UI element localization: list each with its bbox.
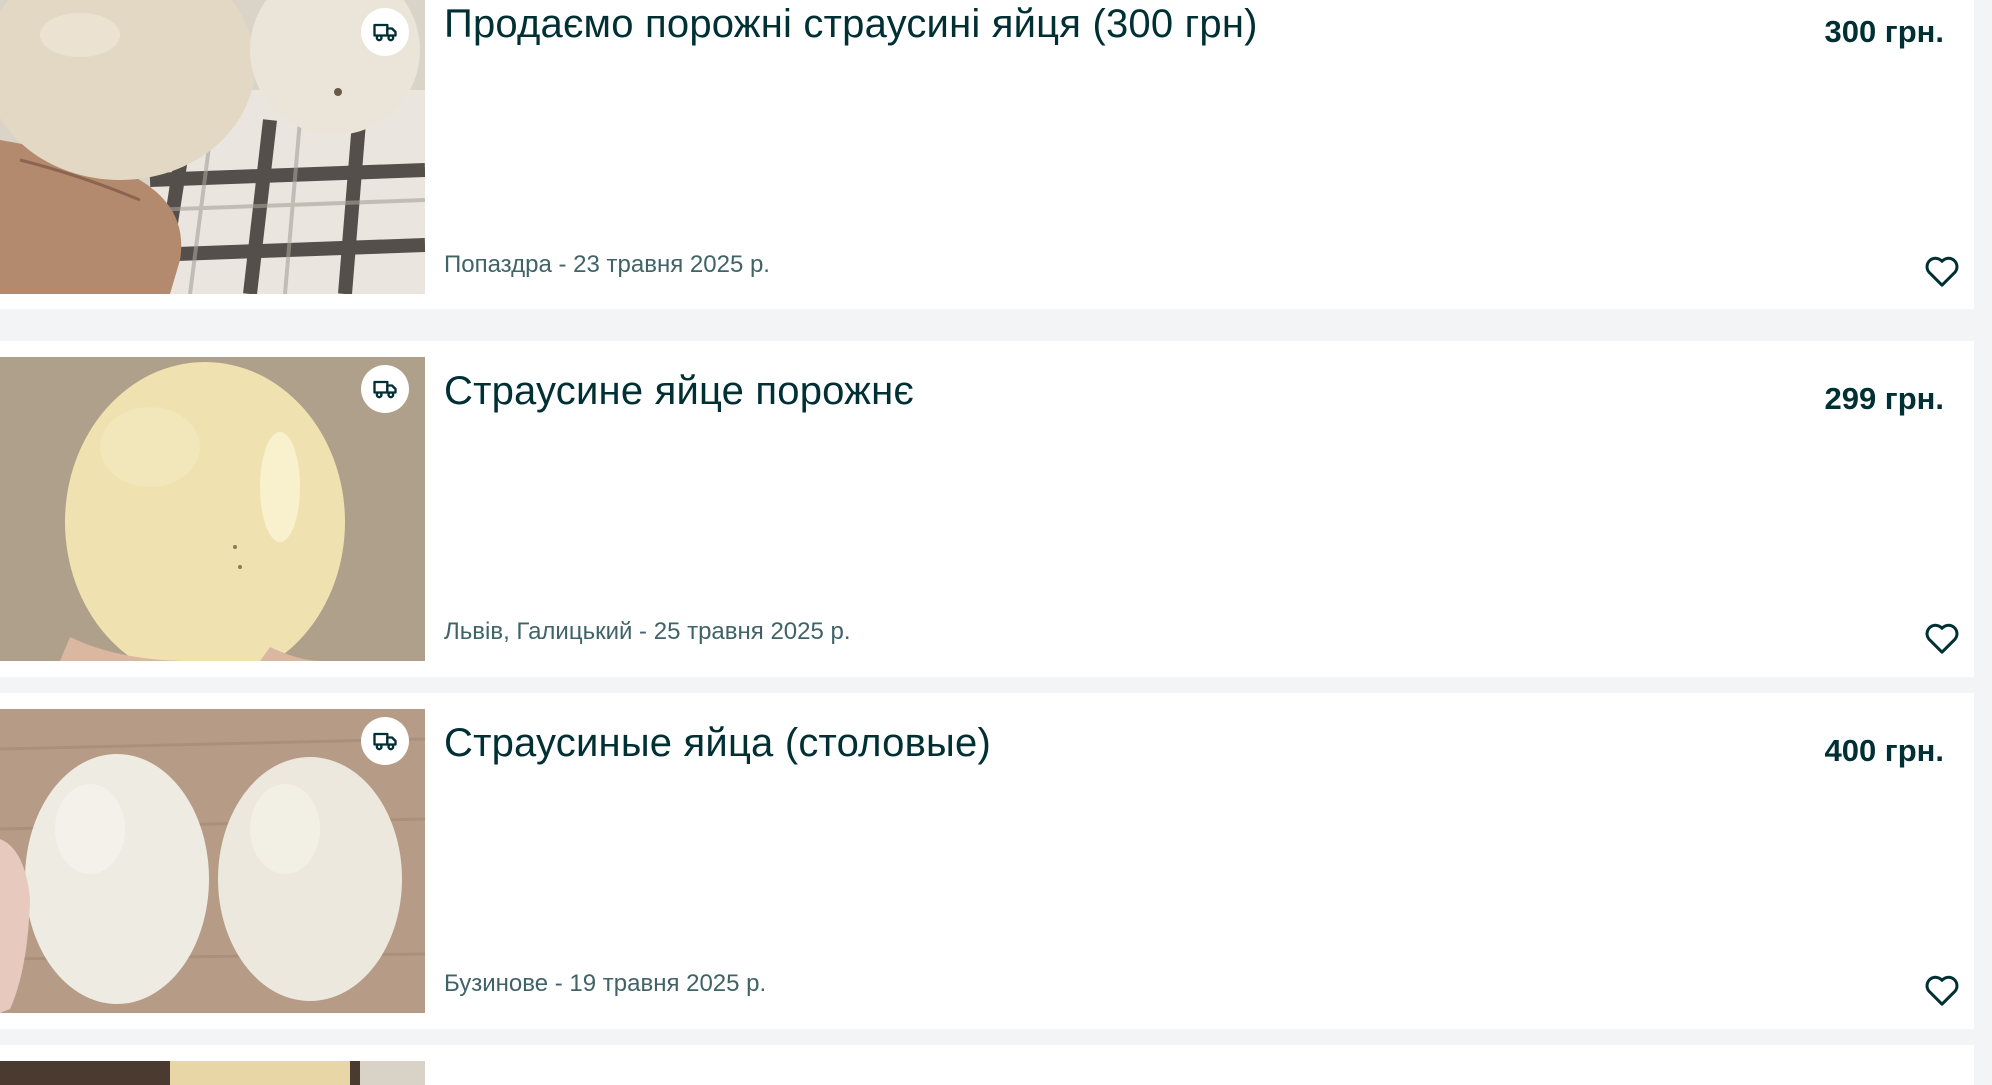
listing-price: 400 грн. <box>1824 733 1944 768</box>
listing-card[interactable]: Продаємо порожні страусині яйця (300 грн… <box>0 0 1974 309</box>
listing-location-date: Бузинове - 19 травня 2025 р. <box>444 970 767 997</box>
favorite-button[interactable] <box>1922 970 1962 1010</box>
heart-outline-icon <box>1925 623 1959 654</box>
listing-title[interactable]: Страусиные яйца (столовые) <box>444 721 991 766</box>
truck-icon <box>373 23 397 42</box>
delivery-badge <box>361 717 409 765</box>
listing-photo[interactable] <box>0 357 425 661</box>
truck-icon <box>373 732 397 751</box>
listing-price: 299 грн. <box>1824 381 1944 416</box>
heart-outline-icon <box>1925 975 1959 1006</box>
listing-card[interactable] <box>0 1045 1974 1085</box>
listing-photo[interactable] <box>0 0 425 294</box>
truck-icon <box>373 380 397 399</box>
ostrich-eggs-photo <box>0 709 425 1013</box>
delivery-badge <box>361 365 409 413</box>
ostrich-egg-photo <box>0 357 425 661</box>
listing-title[interactable]: Страусине яйце порожнє <box>444 369 914 414</box>
favorite-button[interactable] <box>1922 618 1962 658</box>
listing-price: 300 грн. <box>1824 14 1944 49</box>
favorite-button[interactable] <box>1922 251 1962 291</box>
listing-location-date: Львів, Галицький - 25 травня 2025 р. <box>444 618 851 645</box>
listing-card[interactable]: Страусине яйце порожнє 299 грн. Львів, Г… <box>0 341 1974 677</box>
listing-card[interactable]: Страусиные яйца (столовые) 400 грн. Бузи… <box>0 693 1974 1029</box>
ostrich-eggs-photo <box>0 0 425 294</box>
listing-photo[interactable] <box>0 1061 425 1085</box>
listing-photo-image <box>0 1061 425 1085</box>
listing-photo[interactable] <box>0 709 425 1013</box>
listing-location-date: Попаздра - 23 травня 2025 р. <box>444 251 770 278</box>
heart-outline-icon <box>1925 256 1959 287</box>
delivery-badge <box>361 8 409 56</box>
listing-title[interactable]: Продаємо порожні страусині яйця (300 грн… <box>444 2 1258 47</box>
